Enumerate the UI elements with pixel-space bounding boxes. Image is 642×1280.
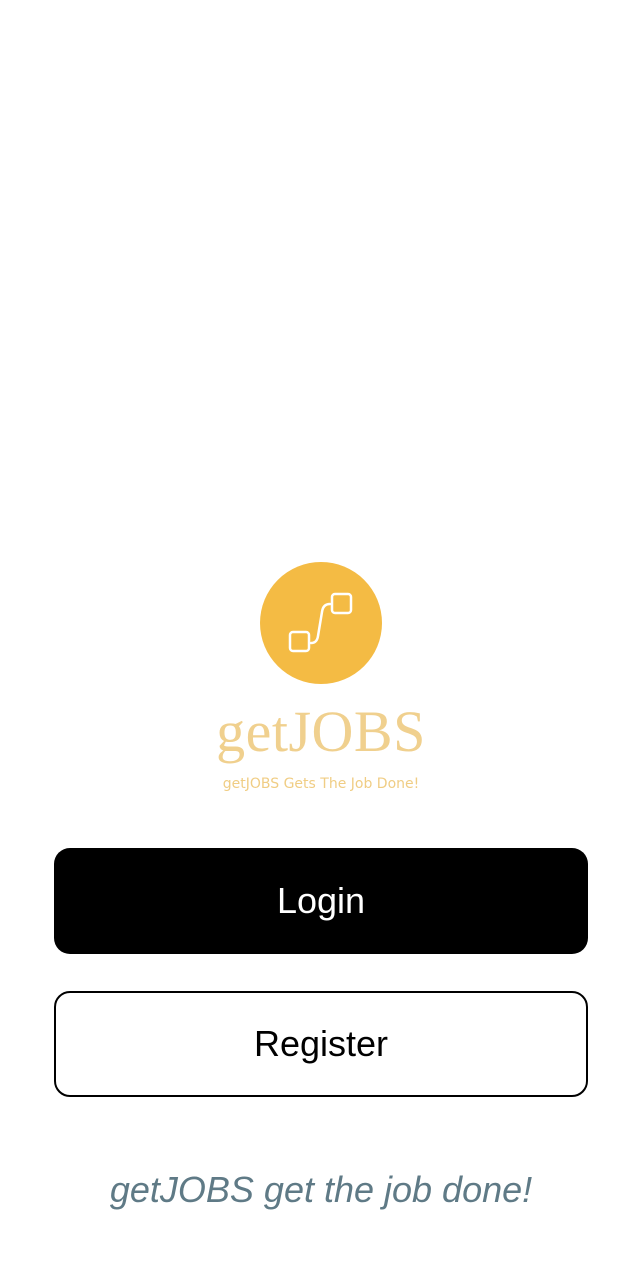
brand-tagline: getJOBS Gets The Job Done! bbox=[222, 776, 420, 792]
brand-wordmark: getJOBS bbox=[216, 699, 426, 764]
register-button[interactable]: Register bbox=[54, 991, 588, 1097]
login-button[interactable]: Login bbox=[54, 848, 588, 954]
app-logo bbox=[260, 562, 382, 684]
footer-slogan: getJOBS get the job done! bbox=[109, 1169, 533, 1210]
login-button-label: Login bbox=[276, 880, 366, 921]
connected-squares-icon bbox=[288, 592, 353, 653]
register-button-label: Register bbox=[253, 1023, 389, 1064]
